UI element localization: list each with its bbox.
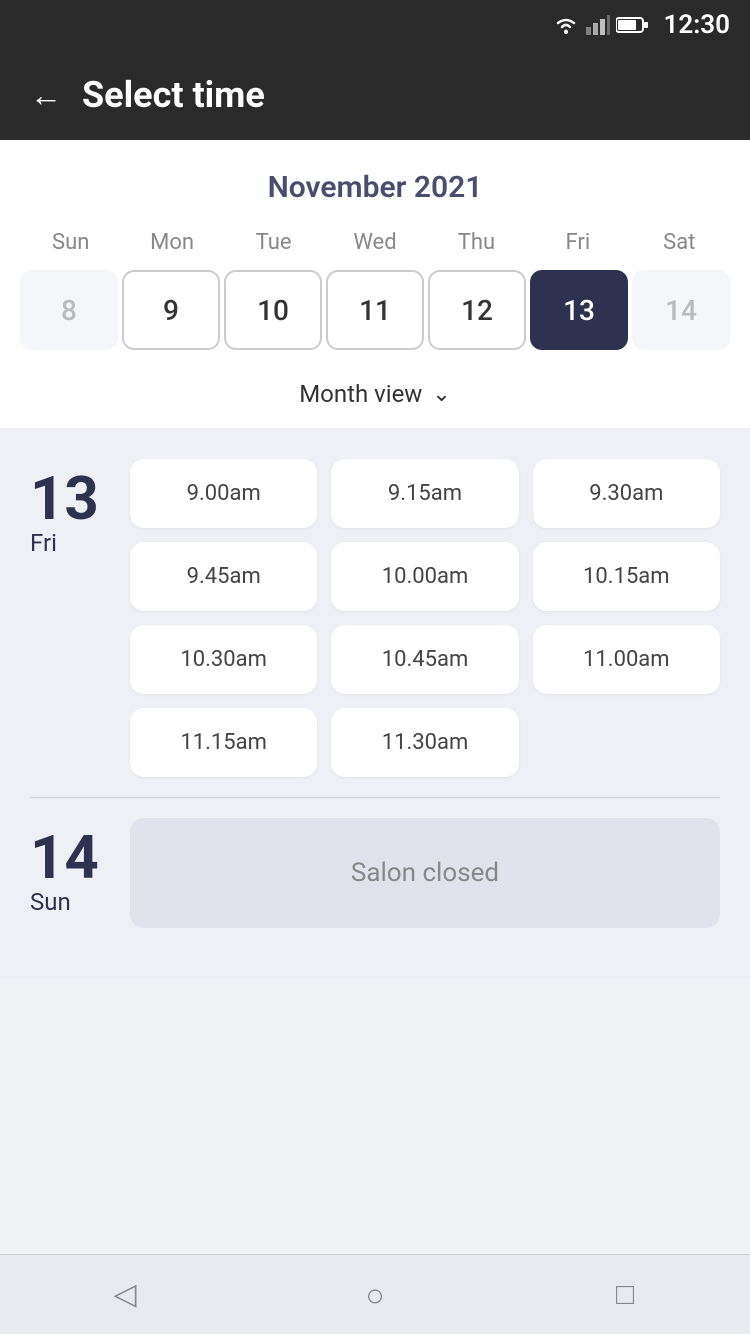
status-icons xyxy=(552,15,648,35)
day-9[interactable]: 9 xyxy=(122,270,220,350)
status-time: 12:30 xyxy=(664,10,731,40)
section-divider xyxy=(30,797,720,798)
weekday-thu: Thu xyxy=(426,225,527,260)
day-11[interactable]: 11 xyxy=(326,270,424,350)
day-8[interactable]: 8 xyxy=(20,270,118,350)
day-13-block: 13 Fri 9.00am 9.15am 9.30am 9.45am 10.00… xyxy=(30,459,720,777)
signal-icon xyxy=(586,15,610,35)
day-14-number: 14 xyxy=(30,828,110,888)
header-title: Select time xyxy=(82,74,265,116)
chevron-down-icon: ⌄ xyxy=(432,382,450,407)
slot-1115am[interactable]: 11.15am xyxy=(130,708,317,777)
slot-1015am[interactable]: 10.15am xyxy=(533,542,720,611)
nav-home-button[interactable]: ○ xyxy=(355,1275,395,1315)
month-view-label: Month view xyxy=(299,380,422,408)
wifi-icon xyxy=(552,15,580,35)
nav-bar: ◁ ○ □ xyxy=(0,1254,750,1334)
weekday-fri: Fri xyxy=(527,225,628,260)
day-13-slots: 9.00am 9.15am 9.30am 9.45am 10.00am 10.1… xyxy=(130,459,720,777)
nav-back-button[interactable]: ◁ xyxy=(105,1275,145,1315)
slot-1000am[interactable]: 10.00am xyxy=(331,542,518,611)
weekday-sun: Sun xyxy=(20,225,121,260)
days-row: 8 9 10 11 12 13 14 xyxy=(20,270,730,366)
day-10[interactable]: 10 xyxy=(224,270,322,350)
day-14-info: 14 Sun xyxy=(30,818,110,916)
time-section: 13 Fri 9.00am 9.15am 9.30am 9.45am 10.00… xyxy=(0,429,750,978)
nav-recent-button[interactable]: □ xyxy=(605,1275,645,1315)
slot-915am[interactable]: 9.15am xyxy=(331,459,518,528)
day-14[interactable]: 14 xyxy=(632,270,730,350)
day-13-number: 13 xyxy=(30,469,110,529)
weekday-mon: Mon xyxy=(121,225,222,260)
weekday-tue: Tue xyxy=(223,225,324,260)
back-button[interactable]: ← xyxy=(30,79,62,111)
slot-930am[interactable]: 9.30am xyxy=(533,459,720,528)
day-14-block: 14 Sun Salon closed xyxy=(30,818,720,948)
day-12[interactable]: 12 xyxy=(428,270,526,350)
weekday-sat: Sat xyxy=(629,225,730,260)
header: ← Select time xyxy=(0,50,750,140)
day-13[interactable]: 13 xyxy=(530,270,628,350)
slot-1045am[interactable]: 10.45am xyxy=(331,625,518,694)
slot-900am[interactable]: 9.00am xyxy=(130,459,317,528)
battery-icon xyxy=(616,16,648,34)
month-view-row[interactable]: Month view ⌄ xyxy=(0,366,750,429)
weekday-wed: Wed xyxy=(324,225,425,260)
month-title: November 2021 xyxy=(20,170,730,205)
calendar-section: November 2021 Sun Mon Tue Wed Thu Fri Sa… xyxy=(0,140,750,366)
slot-1130am[interactable]: 11.30am xyxy=(331,708,518,777)
weekdays-row: Sun Mon Tue Wed Thu Fri Sat xyxy=(20,225,730,260)
day-13-info: 13 Fri xyxy=(30,459,110,557)
slot-1100am[interactable]: 11.00am xyxy=(533,625,720,694)
status-bar: 12:30 xyxy=(0,0,750,50)
salon-closed-message: Salon closed xyxy=(130,818,720,928)
slot-1030am[interactable]: 10.30am xyxy=(130,625,317,694)
slot-945am[interactable]: 9.45am xyxy=(130,542,317,611)
